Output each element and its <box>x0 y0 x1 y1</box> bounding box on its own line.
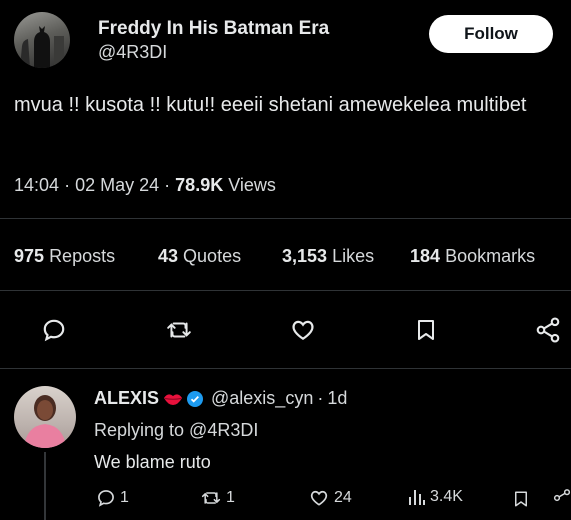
quotes-stat[interactable]: 43 Quotes <box>158 246 241 267</box>
like-button[interactable] <box>287 314 319 346</box>
reply-button[interactable] <box>38 314 70 346</box>
share-icon <box>553 489 571 502</box>
follow-button[interactable]: Follow <box>429 15 553 53</box>
reposts-count: 975 <box>14 246 45 266</box>
likes-label: Likes <box>332 246 375 266</box>
reply-icon <box>43 319 65 342</box>
verified-badge-icon <box>187 390 204 407</box>
author-avatar[interactable] <box>14 12 70 68</box>
reply-like-button[interactable]: 24 <box>308 488 352 508</box>
bookmarks-count: 184 <box>410 246 441 266</box>
author-name[interactable]: Freddy In His Batman Era <box>98 18 329 40</box>
reply-retweet-button[interactable]: 1 <box>200 488 235 508</box>
reply-author-handle[interactable]: @alexis_cyn <box>211 388 313 409</box>
author-handle[interactable]: @4R3DI <box>98 42 167 63</box>
views-count: 3.4K <box>430 488 463 505</box>
reply-author-avatar[interactable] <box>14 386 76 448</box>
separator-dot: · <box>164 175 171 195</box>
views-label: Views <box>228 175 276 195</box>
reply-share-button[interactable] <box>552 488 571 508</box>
like-icon <box>310 490 328 506</box>
reply-author-name[interactable]: ALEXIS <box>94 388 159 409</box>
divider <box>0 368 571 369</box>
separator-dot: · <box>317 388 324 408</box>
lips-emoji-icon <box>164 393 183 405</box>
views-count: 78.9K <box>175 175 224 195</box>
reply-header: ALEXIS @alexis_cyn · 1d <box>94 388 347 409</box>
share-icon <box>536 317 560 343</box>
reply-count: 1 <box>120 489 129 506</box>
tweet-time[interactable]: 14:04 <box>14 175 59 195</box>
reposts-label: Reposts <box>49 246 116 266</box>
replying-to[interactable]: Replying to @4R3DI <box>94 420 258 441</box>
reply-age[interactable]: 1d <box>327 388 347 409</box>
like-icon <box>292 320 314 340</box>
separator-dot: · <box>64 175 71 195</box>
tweet-text: mvua !! kusota !! kutu!! eeeii shetani a… <box>14 94 527 116</box>
divider <box>0 218 571 219</box>
retweet-icon <box>167 322 191 338</box>
bookmarks-stat[interactable]: 184 Bookmarks <box>410 246 535 267</box>
reply-bookmark-button[interactable] <box>512 488 530 510</box>
reply-icon <box>98 490 114 507</box>
person-photo-image <box>24 395 66 448</box>
thread-line <box>44 452 46 520</box>
bookmark-button[interactable] <box>410 314 442 346</box>
tweet-date[interactable]: 02 May 24 <box>75 175 159 195</box>
quotes-count: 43 <box>158 246 179 266</box>
bookmark-icon <box>418 320 434 340</box>
retweet-count: 1 <box>226 489 235 506</box>
reply-text: We blame ruto <box>94 452 211 472</box>
likes-count: 3,153 <box>282 246 328 266</box>
bookmarks-label: Bookmarks <box>445 246 536 266</box>
quotes-label: Quotes <box>183 246 242 266</box>
divider <box>0 290 571 291</box>
reposts-stat[interactable]: 975 Reposts <box>14 246 115 267</box>
views-bar-chart-icon <box>409 490 425 505</box>
retweet-button[interactable] <box>163 314 195 346</box>
reply-reply-button[interactable]: 1 <box>96 488 129 508</box>
reply-views-button[interactable]: 3.4K <box>408 488 463 506</box>
bookmark-icon <box>515 491 527 507</box>
likes-stat[interactable]: 3,153 Likes <box>282 246 374 267</box>
like-count: 24 <box>334 489 352 506</box>
retweet-icon <box>201 492 221 504</box>
share-button[interactable] <box>532 314 564 346</box>
batman-figure-image <box>20 26 64 68</box>
tweet-meta: 14:04 · 02 May 24 · 78.9K Views <box>14 175 276 196</box>
